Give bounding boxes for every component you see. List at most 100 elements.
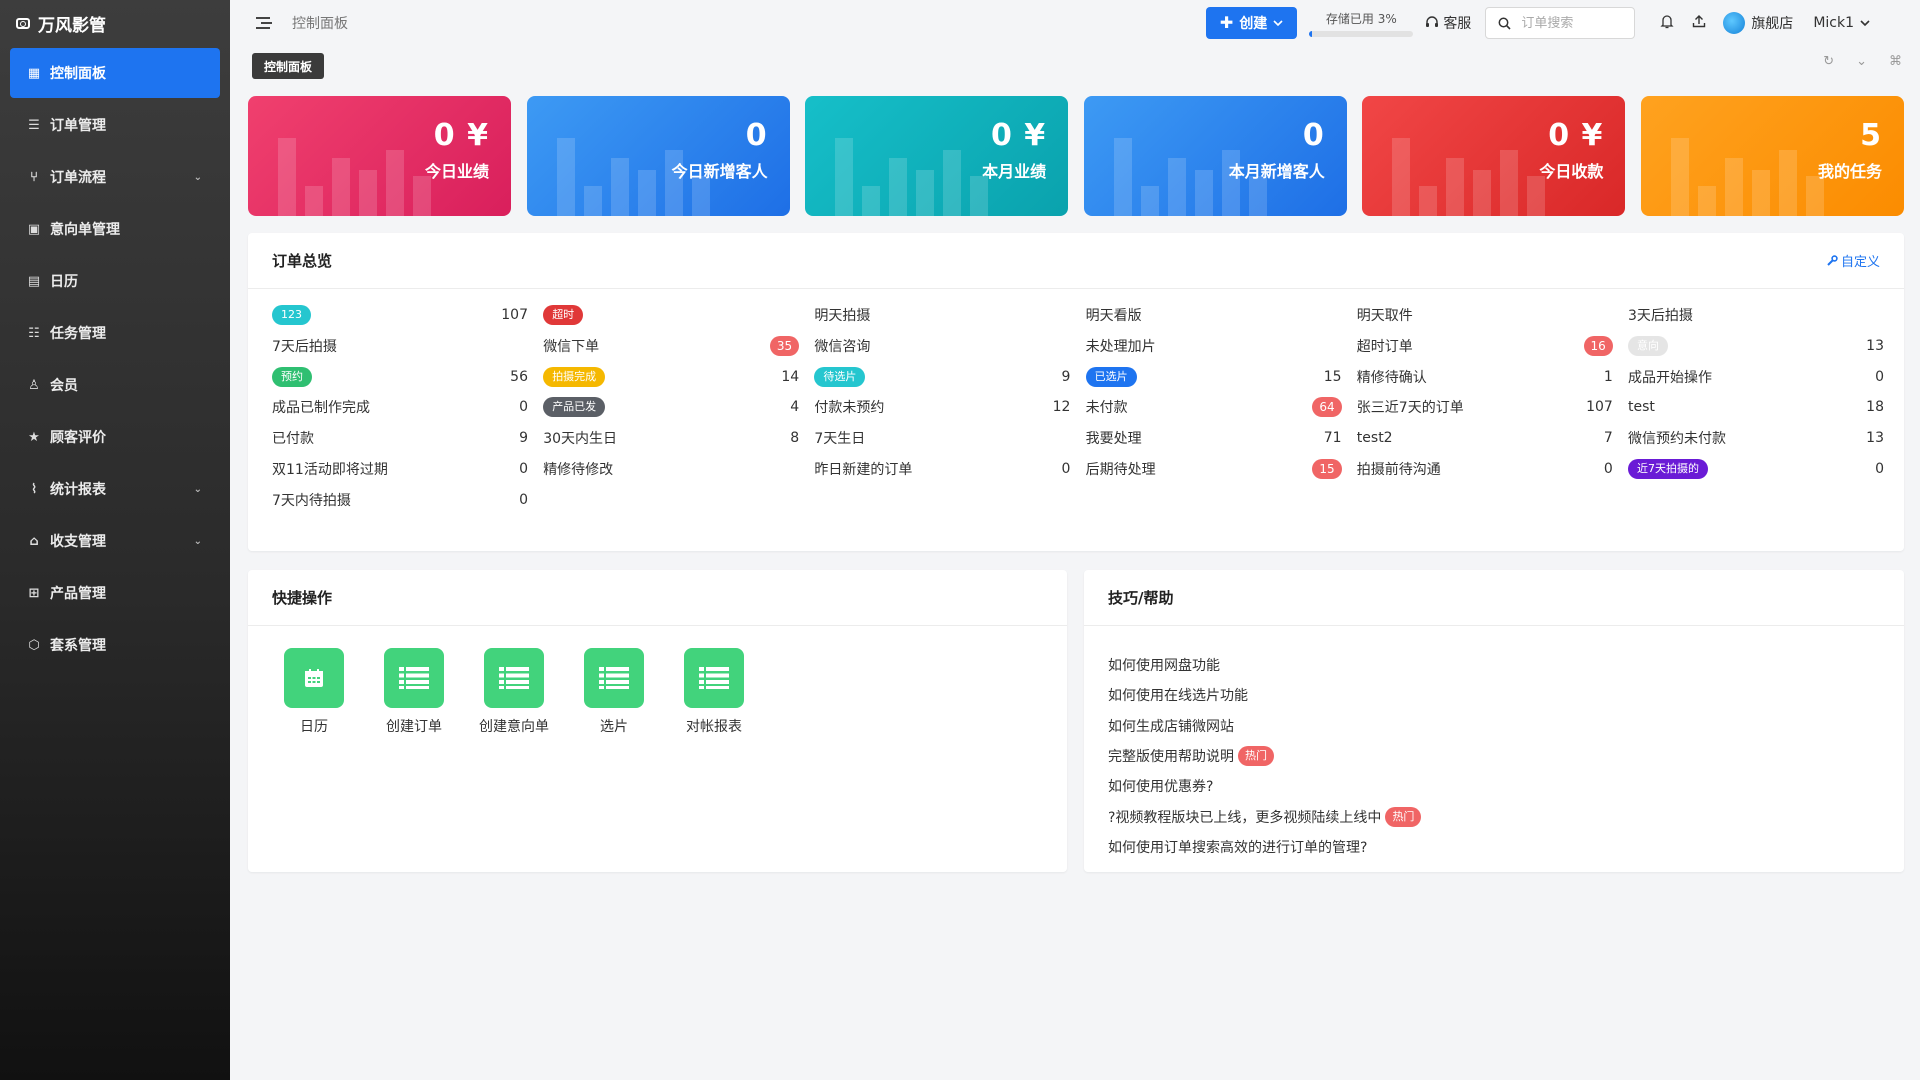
overview-item[interactable]: 精修待确认 1 (1357, 366, 1613, 388)
overview-value: 18 (1866, 399, 1884, 416)
overview-item[interactable]: 已付款 9 (272, 427, 528, 449)
decorative-bar (583, 186, 602, 216)
overview-item[interactable]: 微信咨询 (814, 335, 1070, 357)
sidebar-item-6[interactable]: ♙ 会员 (10, 360, 220, 410)
overview-item[interactable]: 产品已发 4 (543, 396, 799, 418)
quick-action[interactable]: 创建订单 (384, 648, 444, 736)
overview-item[interactable]: 预约 56 (272, 366, 528, 388)
overview-item[interactable]: 精修待修改 (543, 458, 799, 480)
dashboard-icon: ▦ (27, 65, 41, 81)
overview-label: 成品已制作完成 (272, 400, 370, 417)
storage-usage: 存储已用 3% (1309, 10, 1414, 37)
overview-item[interactable]: 微信下单 35 (543, 335, 800, 357)
overview-item[interactable]: 付款未预约 12 (814, 396, 1070, 418)
sidebar-item-1[interactable]: ☰ 订单管理 (10, 100, 220, 150)
overview-item[interactable]: 未付款 64 (1086, 396, 1342, 418)
sidebar-item-8[interactable]: ⌇ 统计报表 ⌄ (10, 464, 220, 514)
quick-action[interactable]: 选片 (584, 648, 644, 736)
overview-item[interactable]: 未处理加片 (1086, 335, 1342, 357)
overview-item[interactable]: 双11活动即将过期 0 (272, 458, 528, 480)
overview-item[interactable]: 近7天拍摄的 0 (1628, 458, 1884, 480)
store-switcher[interactable]: 旗舰店 (1723, 12, 1793, 34)
search-input[interactable] (1521, 15, 1622, 31)
stat-card[interactable]: 0 本月新增客人 (1083, 96, 1347, 216)
customize-link[interactable]: 自定义 (1826, 251, 1880, 270)
brand[interactable]: 万风影管 (0, 0, 230, 46)
bell-icon[interactable] (1651, 14, 1683, 33)
overview-item[interactable]: 明天取件 (1357, 304, 1613, 326)
sidebar-item-9[interactable]: ⌂ 收支管理 ⌄ (10, 516, 220, 566)
overview-item[interactable]: 7天后拍摄 (272, 335, 528, 357)
upload-icon[interactable] (1683, 14, 1715, 32)
panel-header: 技巧/帮助 (1084, 570, 1904, 626)
sidebar-item-3[interactable]: ▣ 意向单管理 (10, 204, 220, 254)
overview-item[interactable]: test2 7 (1357, 427, 1613, 449)
sidebar-item-2[interactable]: ⑂ 订单流程 ⌄ (10, 152, 220, 202)
tip-link[interactable]: 如何使用订单搜索高效的进行订单的管理? (1108, 832, 1421, 862)
quick-action[interactable]: 日历 (284, 648, 344, 736)
sidebar-item-7[interactable]: ★ 顾客评价 (10, 412, 220, 462)
chevron-down-icon[interactable]: ⌄ (1856, 54, 1867, 69)
stat-card[interactable]: 0 今日新增客人 (526, 96, 790, 216)
overview-item[interactable]: 待选片 9 (814, 366, 1070, 388)
overview-item[interactable]: 拍摄完成 14 (543, 366, 799, 388)
stat-card[interactable]: 0 ¥ 今日业绩 (248, 96, 511, 216)
quick-action[interactable]: 对帐报表 (684, 648, 744, 736)
overview-item[interactable]: 拍摄前待沟通 0 (1357, 458, 1613, 480)
quick-action[interactable]: 创建意向单 (479, 648, 549, 736)
tab-dashboard[interactable]: 控制面板 (252, 53, 325, 79)
decorative-bar (1167, 158, 1186, 216)
overview-item[interactable]: 我要处理 71 (1086, 427, 1342, 449)
sidebar-item-4[interactable]: ▤ 日历 (10, 256, 220, 306)
calendar-icon: ▤ (27, 273, 41, 289)
sidebar-item-label: 套系管理 (50, 638, 106, 654)
overview-item[interactable]: 成品开始操作 0 (1628, 366, 1884, 388)
stat-cards: 0 ¥ 今日业绩 0 今日新增客人 0 ¥ 本月业绩 0 本月新增客人 0 ¥ 今日收款 5 我的任务 (248, 96, 1904, 216)
order-search[interactable] (1485, 7, 1636, 39)
support-button[interactable]: 客服 (1425, 13, 1471, 33)
status-badge: 产品已发 (543, 397, 606, 418)
overview-item[interactable]: 30天内生日 8 (543, 427, 799, 449)
stat-card[interactable]: 0 ¥ 今日收款 (1362, 96, 1626, 216)
sidebar-item-5[interactable]: ☷ 任务管理 (10, 308, 220, 358)
refresh-icon[interactable]: ↻ (1823, 54, 1834, 69)
overview-item[interactable]: test 18 (1628, 396, 1884, 418)
bank-icon: ⌂ (29, 533, 39, 549)
sidebar-item-label: 统计报表 (50, 482, 106, 498)
tip-link[interactable]: 完整版使用帮助说明 热门 (1108, 741, 1421, 771)
overview-item[interactable]: 明天拍摄 (814, 304, 1070, 326)
stat-card[interactable]: 0 ¥ 本月业绩 (805, 96, 1069, 216)
stat-label: 今日新增客人 (671, 162, 768, 181)
decorative-bar (1473, 170, 1492, 216)
stat-card[interactable]: 5 我的任务 (1641, 96, 1904, 216)
count-badge: 64 (1312, 397, 1342, 418)
sidebar-item-10[interactable]: ⊞ 产品管理 (10, 568, 220, 618)
hot-badge: 热门 (1385, 806, 1422, 827)
tip-link[interactable]: 如何使用优惠券? (1108, 771, 1421, 801)
overview-item[interactable]: 明天看版 (1086, 304, 1342, 326)
overview-item[interactable]: 成品已制作完成 0 (272, 396, 528, 418)
fullscreen-icon[interactable]: ⌘ (1889, 54, 1902, 69)
sidebar-item-11[interactable]: ⬡ 套系管理 (10, 620, 220, 670)
overview-item[interactable]: 7天内待拍摄 0 (272, 489, 528, 511)
overview-item[interactable]: 微信预约未付款 13 (1628, 427, 1884, 449)
overview-item[interactable]: 昨日新建的订单 0 (814, 458, 1070, 480)
user-menu[interactable]: Mick1 (1813, 15, 1870, 31)
overview-item[interactable]: 后期待处理 15 (1086, 458, 1342, 480)
menu-toggle-icon[interactable] (256, 17, 272, 29)
create-button[interactable]: ✚ 创建 (1205, 7, 1298, 39)
overview-item[interactable]: 超时 (543, 304, 799, 326)
overview-item[interactable]: 123 107 (272, 304, 528, 326)
tip-link[interactable]: ?视频教程版块已上线，更多视频陆续上线中 热门 (1108, 801, 1422, 831)
sidebar-item-0[interactable]: ▦ 控制面板 (10, 48, 220, 98)
overview-item[interactable]: 超时订单 16 (1357, 335, 1613, 357)
overview-item[interactable]: 已选片 15 (1085, 366, 1342, 388)
tip-link[interactable]: 如何使用在线选片功能 (1108, 680, 1421, 710)
overview-item[interactable]: 张三近7天的订单 107 (1357, 396, 1613, 418)
tip-link[interactable]: 如何生成店铺微网站 (1108, 711, 1421, 741)
overview-value: 13 (1866, 337, 1884, 354)
tip-link[interactable]: 如何使用网盘功能 (1108, 650, 1421, 680)
overview-item[interactable]: 3天后拍摄 (1628, 304, 1884, 326)
overview-item[interactable]: 7天生日 (814, 427, 1070, 449)
overview-item[interactable]: 意向 13 (1628, 335, 1884, 357)
